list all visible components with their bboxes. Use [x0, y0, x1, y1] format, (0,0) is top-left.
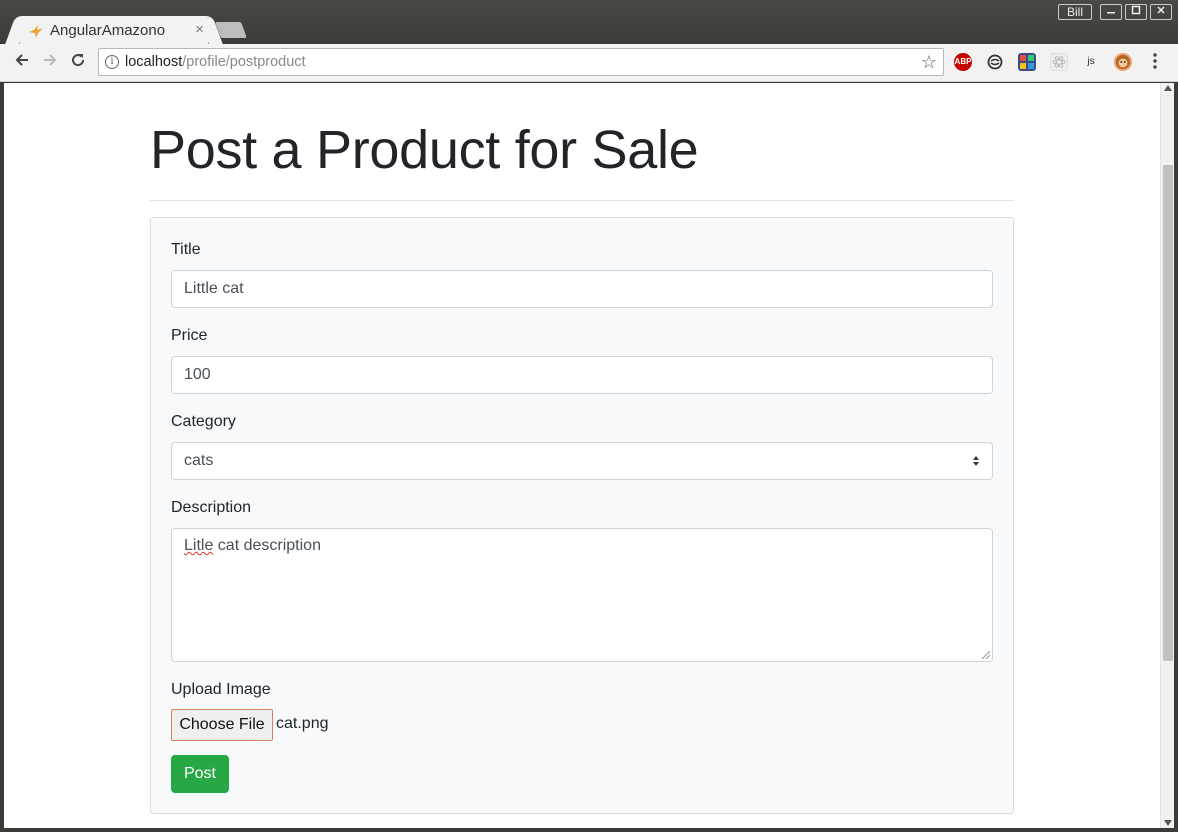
description-text: cat description [213, 537, 321, 554]
sync-extension-icon[interactable] [986, 53, 1004, 71]
js-extension-icon[interactable]: js [1082, 53, 1100, 71]
category-selected-value: cats [184, 452, 214, 469]
url-path: /profile/postproduct [182, 54, 306, 70]
page-title: Post a Product for Sale [150, 120, 699, 180]
new-tab-button[interactable] [215, 22, 247, 38]
url-text: localhost/profile/postproduct [125, 54, 306, 70]
price-label: Price [171, 327, 208, 344]
js-extension-label: js [1087, 56, 1095, 67]
upload-image-label: Upload Image [171, 681, 271, 698]
profile-user-badge[interactable]: Bill [1058, 4, 1092, 20]
colorpicker-extension-icon[interactable] [1018, 53, 1036, 71]
page-viewport: Post a Product for Sale Title Little cat… [4, 83, 1174, 828]
monkey-extension-icon[interactable] [1114, 53, 1132, 71]
browser-window: AngularAmazono × Bill i localhost/profil… [0, 0, 1178, 832]
description-label: Description [171, 499, 252, 516]
tab-title: AngularAmazono [50, 22, 166, 39]
scroll-down-arrow-icon[interactable] [1164, 820, 1172, 826]
post-button[interactable]: Post [171, 755, 229, 793]
reload-button[interactable] [66, 51, 90, 75]
forward-button[interactable] [38, 51, 62, 75]
choose-file-button[interactable]: Choose File [171, 709, 273, 741]
maximize-icon [1131, 5, 1141, 15]
close-icon [1157, 6, 1165, 14]
browser-menu-button[interactable] [1148, 51, 1162, 75]
close-window-button[interactable] [1150, 4, 1172, 20]
monkey-face-icon [1116, 55, 1130, 69]
browser-toolbar: i localhost/profile/postproduct ☆ ABP js [0, 44, 1178, 82]
site-info-icon[interactable]: i [105, 55, 119, 69]
reload-icon [72, 54, 85, 67]
address-bar[interactable]: i localhost/profile/postproduct ☆ [98, 48, 944, 76]
forward-arrow-icon [44, 54, 57, 66]
active-tab[interactable]: AngularAmazono × [20, 16, 208, 46]
tab-close-icon[interactable]: × [195, 21, 204, 38]
color-grid-icon [1020, 55, 1034, 69]
more-vertical-icon [1153, 53, 1157, 69]
post-product-form: Title Little cat Price 100 Category cats… [150, 217, 1014, 814]
url-host: localhost [125, 54, 183, 70]
description-textarea[interactable]: Litle cat description [171, 528, 993, 662]
minimize-button[interactable] [1100, 4, 1122, 20]
title-input[interactable]: Little cat [171, 270, 993, 308]
scrollbar-thumb[interactable] [1163, 165, 1173, 661]
back-arrow-icon [15, 54, 28, 66]
angular-favicon-icon [29, 25, 43, 38]
react-extension-icon[interactable] [1050, 53, 1068, 71]
vertical-scrollbar[interactable] [1160, 83, 1174, 828]
back-button[interactable] [10, 51, 34, 75]
sync-icon [987, 54, 1003, 70]
category-select[interactable]: cats [171, 442, 993, 480]
bookmark-star-icon[interactable]: ☆ [921, 52, 937, 73]
price-input[interactable]: 100 [171, 356, 993, 394]
category-label: Category [171, 413, 236, 430]
minimize-icon [1107, 12, 1115, 14]
scroll-up-arrow-icon[interactable] [1164, 85, 1172, 91]
tab-strip: AngularAmazono × Bill [0, 0, 1178, 46]
title-divider [150, 200, 1014, 201]
select-arrows-icon [973, 456, 979, 466]
resize-handle[interactable] [982, 651, 990, 659]
atom-icon [1052, 56, 1066, 68]
selected-file-name: cat.png [276, 715, 329, 732]
title-label: Title [171, 241, 201, 258]
adblock-extension-icon[interactable]: ABP [954, 53, 972, 71]
maximize-button[interactable] [1125, 4, 1147, 20]
misspelled-word: Litle [184, 537, 214, 554]
